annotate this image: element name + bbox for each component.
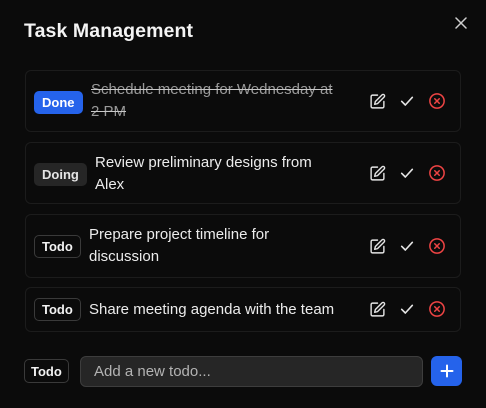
dialog-title: Task Management [24, 20, 194, 42]
delete-button[interactable] [427, 91, 447, 111]
delete-circle-x-icon [429, 93, 445, 109]
task-text-line: Alex [95, 176, 125, 193]
complete-button[interactable] [397, 91, 417, 111]
task-text-line: 2 PM [91, 103, 127, 120]
task-text-line: discussion [89, 248, 160, 265]
status-badge-done[interactable]: Done [34, 91, 83, 114]
task-text: Schedule meeting for Wednesday at 2 PM [91, 79, 333, 123]
new-todo-status-badge[interactable]: Todo [24, 359, 69, 383]
edit-button[interactable] [367, 91, 387, 111]
task-text-line: Share meeting agenda with the team [89, 301, 335, 318]
plus-icon [440, 364, 453, 378]
task-actions [367, 236, 447, 256]
delete-button[interactable] [427, 236, 447, 256]
check-icon [400, 96, 414, 106]
delete-button[interactable] [427, 163, 447, 183]
task-item: Todo Share meeting agenda with the team [25, 287, 461, 332]
task-item: Doing Review preliminary designs from Al… [25, 142, 461, 204]
add-todo-button[interactable] [431, 356, 462, 386]
close-button[interactable] [451, 13, 471, 33]
edit-icon [369, 238, 385, 254]
task-actions [367, 163, 447, 183]
check-icon [400, 241, 414, 251]
status-badge-todo[interactable]: Todo [34, 235, 81, 258]
status-badge-todo[interactable]: Todo [34, 298, 81, 321]
delete-circle-x-icon [429, 301, 445, 317]
edit-icon [369, 301, 385, 317]
complete-button[interactable] [397, 163, 417, 183]
task-management-dialog: Task Management Done Schedule meeting fo… [0, 0, 486, 408]
edit-button[interactable] [367, 236, 387, 256]
edit-icon [369, 93, 385, 109]
task-text: Review preliminary designs from Alex [95, 152, 312, 196]
complete-button[interactable] [397, 236, 417, 256]
task-text: Share meeting agenda with the team [89, 299, 334, 321]
task-actions [367, 91, 447, 111]
task-actions [367, 299, 447, 319]
edit-icon [369, 165, 385, 181]
new-todo-input[interactable] [80, 356, 423, 387]
close-icon [455, 17, 467, 29]
task-item: Todo Prepare project timeline for discus… [25, 214, 461, 278]
task-text-line: Prepare project timeline for [89, 226, 270, 243]
task-text: Prepare project timeline for discussion [89, 224, 269, 268]
complete-button[interactable] [397, 299, 417, 319]
task-item: Done Schedule meeting for Wednesday at 2… [25, 70, 461, 132]
delete-button[interactable] [427, 299, 447, 319]
edit-button[interactable] [367, 299, 387, 319]
status-badge-doing[interactable]: Doing [34, 163, 87, 186]
task-text-line: Review preliminary designs from [95, 154, 312, 171]
task-text-line: Schedule meeting for Wednesday at [91, 81, 333, 98]
delete-circle-x-icon [429, 165, 445, 181]
delete-circle-x-icon [429, 238, 445, 254]
check-icon [400, 304, 414, 314]
edit-button[interactable] [367, 163, 387, 183]
check-icon [400, 168, 414, 178]
